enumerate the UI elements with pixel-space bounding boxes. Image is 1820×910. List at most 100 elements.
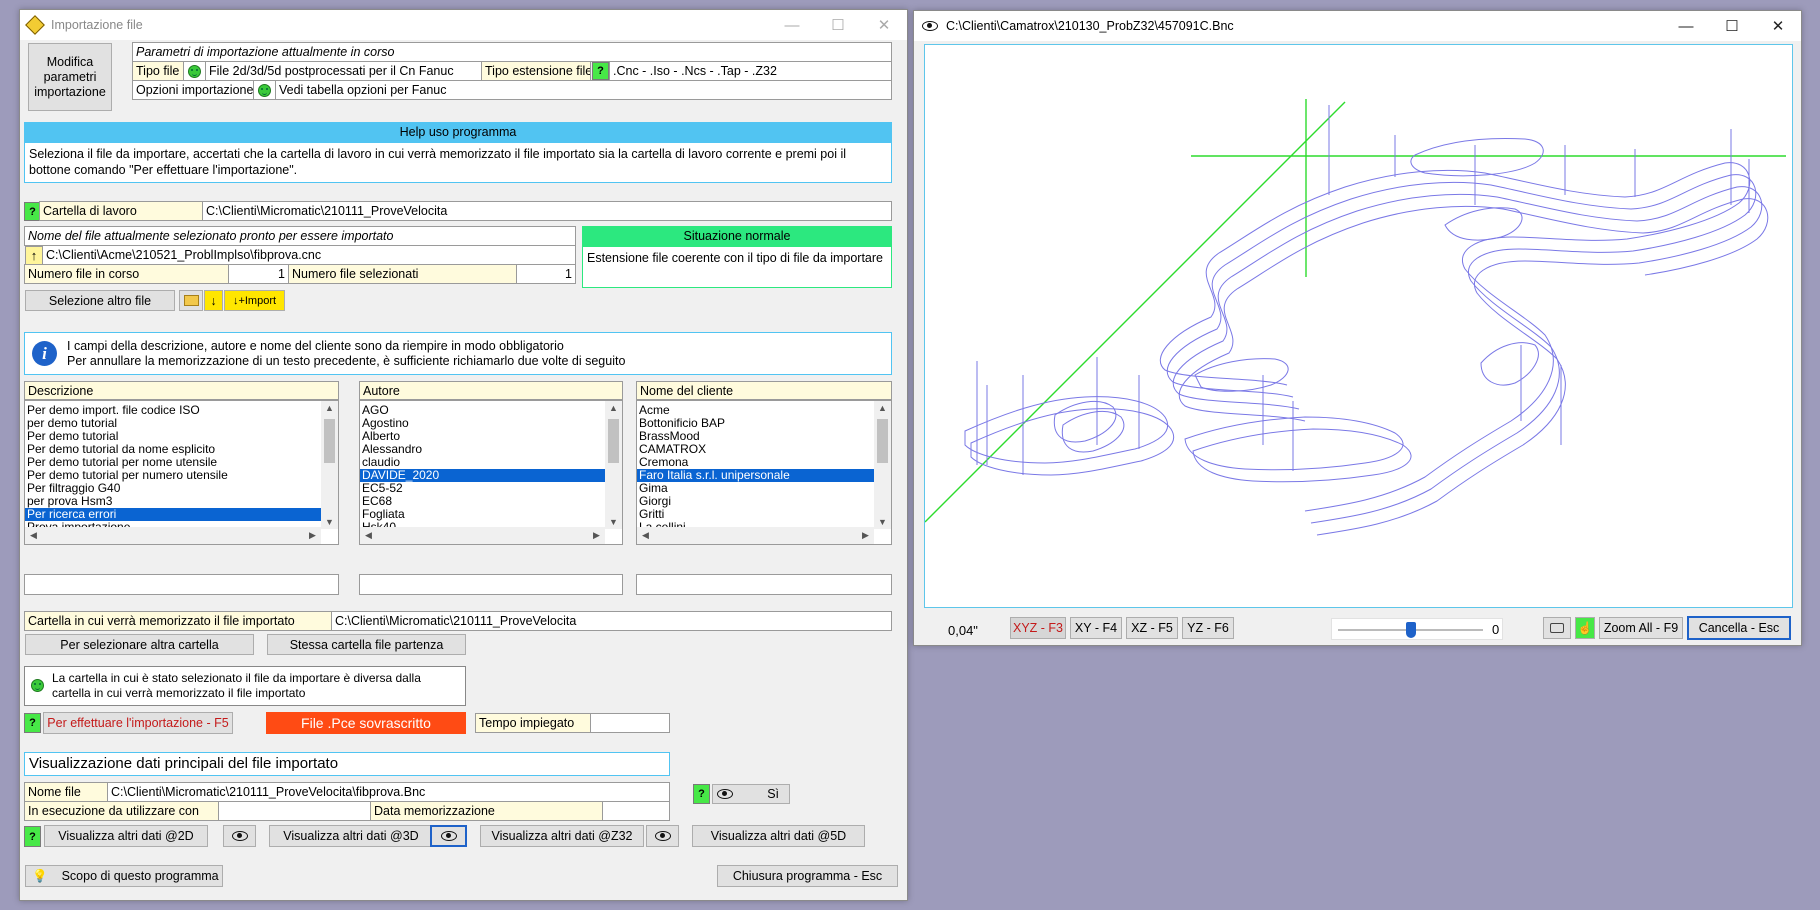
autore-input[interactable] xyxy=(359,574,623,595)
smiley-icon xyxy=(188,64,201,78)
view-xyz-button[interactable]: XYZ - F3 xyxy=(1010,617,1066,639)
scroll-down-icon[interactable]: ▼ xyxy=(605,517,622,527)
opzioni-value[interactable]: Vedi tabella opzioni per Fanuc xyxy=(275,80,892,100)
scroll-down-icon[interactable]: ▼ xyxy=(321,517,338,527)
effettuare-help-icon[interactable]: ? xyxy=(24,713,41,733)
minimize-icon[interactable]: — xyxy=(769,10,815,40)
vertical-scrollbar[interactable]: ▲ ▼ xyxy=(321,401,338,529)
scroll-up-icon[interactable]: ▲ xyxy=(605,403,622,413)
select-other-folder-button[interactable]: Per selezionare altra cartella xyxy=(25,634,254,655)
autore-list[interactable]: AGO Agostino Alberto Alessandro claudio DAVID… xyxy=(359,400,623,545)
descrizione-input[interactable] xyxy=(24,574,339,595)
select-other-file-button[interactable]: Selezione altro file xyxy=(25,290,175,311)
list-item[interactable]: Faro Italia s.r.l. unipersonale xyxy=(637,469,874,482)
modify-params-button[interactable]: Modifica parametri importazione xyxy=(28,43,112,111)
horizontal-scrollbar[interactable]: ◀ ▶ xyxy=(637,527,874,544)
eye-icon xyxy=(231,831,248,841)
situazione-header: Situazione normale xyxy=(582,226,892,246)
import-window: Importazione file — ☐ ✕ Modifica parametri… xyxy=(19,9,908,901)
scopo-label: Scopo di questo programma xyxy=(61,869,219,883)
vertical-scrollbar[interactable]: ▲ ▼ xyxy=(605,401,622,529)
scroll-right-icon[interactable]: ▶ xyxy=(304,530,321,541)
visual-help-icon[interactable]: ? xyxy=(693,784,710,804)
scroll-thumb[interactable] xyxy=(877,419,888,463)
cartella-value: C:\Clienti\Micromatic\210111_ProveVeloci… xyxy=(202,201,892,221)
list-item[interactable]: EC5-52 xyxy=(360,482,605,495)
printer-icon xyxy=(1550,623,1564,633)
cliente-input[interactable] xyxy=(636,574,892,595)
info-icon: i xyxy=(32,341,57,366)
in-esec-value xyxy=(218,801,371,821)
si-label: Sì xyxy=(767,787,779,801)
down-arrow-icon: ↓ xyxy=(210,293,217,308)
view-xz-button[interactable]: XZ - F5 xyxy=(1126,617,1178,639)
viewer-window: C:\Clienti\Camatrox\210130_ProbZ32\45709… xyxy=(913,10,1802,646)
situazione-text: Estensione file coerente con il tipo di … xyxy=(582,246,892,288)
scroll-thumb[interactable] xyxy=(608,419,619,463)
num-sel-label: Numero file selezionati xyxy=(288,264,517,284)
up-arrow-icon[interactable]: ↑ xyxy=(25,246,43,265)
params-header: Parametri di importazione attualmente in… xyxy=(132,42,892,62)
drawing-canvas[interactable] xyxy=(924,44,1793,608)
slider-thumb[interactable] xyxy=(1405,622,1416,638)
opzioni-icon-cell xyxy=(253,80,276,100)
tipo-file-label: Tipo file xyxy=(132,61,184,81)
view-z32-eye-button[interactable] xyxy=(646,825,679,847)
close-icon[interactable]: ✕ xyxy=(861,10,907,40)
print-button[interactable] xyxy=(1543,617,1571,639)
vis-3d-button[interactable]: Visualizza altri dati @3D xyxy=(269,825,433,847)
maximize-icon[interactable]: ☐ xyxy=(1709,11,1755,41)
scroll-up-icon[interactable]: ▲ xyxy=(874,403,891,413)
vertical-scrollbar[interactable]: ▲ ▼ xyxy=(874,401,891,529)
show-viewer-button[interactable]: Sì xyxy=(712,784,790,804)
tipo-ext-help-icon[interactable]: ? xyxy=(592,62,609,80)
vis-z32-button[interactable]: Visualizza altri dati @Z32 xyxy=(480,825,644,847)
list-item[interactable]: Giorgi xyxy=(637,495,874,508)
view-3d-eye-button[interactable] xyxy=(430,825,467,847)
same-folder-button[interactable]: Stessa cartella file partenza xyxy=(267,634,466,655)
scopo-button[interactable]: 💡 Scopo di questo programma xyxy=(25,865,223,887)
chiusura-button[interactable]: Chiusura programma - Esc xyxy=(717,865,898,887)
close-icon[interactable]: ✕ xyxy=(1755,11,1801,41)
vis2d-help-icon[interactable]: ? xyxy=(24,826,41,847)
vis-5d-button[interactable]: Visualizza altri dati @5D xyxy=(692,825,865,847)
cliente-list[interactable]: Acme Bottonificio BAP BrassMood CAMATROX Cre… xyxy=(636,400,892,545)
list-item[interactable]: Fogliata xyxy=(360,508,605,521)
list-item[interactable]: Gima xyxy=(637,482,874,495)
view-yz-button[interactable]: YZ - F6 xyxy=(1182,617,1234,639)
eye-icon xyxy=(440,831,457,841)
scroll-up-icon[interactable]: ▲ xyxy=(321,403,338,413)
import-button[interactable]: ↓+Import xyxy=(224,290,285,311)
scroll-left-icon[interactable]: ◀ xyxy=(25,530,42,541)
maximize-icon[interactable]: ☐ xyxy=(815,10,861,40)
pce-status-badge: File .Pce sovrascritto xyxy=(266,712,466,734)
zoom-all-button[interactable]: Zoom All - F9 xyxy=(1599,617,1683,639)
in-esec-label: In esecuzione da utilizzare con xyxy=(24,801,219,821)
scroll-right-icon[interactable]: ▶ xyxy=(857,530,874,541)
zoom-slider[interactable]: 0 xyxy=(1331,618,1503,640)
scroll-down-icon[interactable]: ▼ xyxy=(874,517,891,527)
app-icon xyxy=(25,15,45,35)
view-2d-eye-button[interactable] xyxy=(223,825,256,847)
scroll-right-icon[interactable]: ▶ xyxy=(588,530,605,541)
effettuare-import-button[interactable]: Per effettuare l'importazione - F5 xyxy=(43,712,233,734)
tempo-label: Tempo impiegato xyxy=(475,713,591,733)
horizontal-scrollbar[interactable]: ◀ ▶ xyxy=(360,527,605,544)
eye-icon xyxy=(922,21,938,31)
scroll-left-icon[interactable]: ◀ xyxy=(360,530,377,541)
open-folder-button[interactable] xyxy=(179,290,203,311)
opzioni-label: Opzioni importazione xyxy=(132,80,254,100)
vis-2d-button[interactable]: Visualizza altri dati @2D xyxy=(44,825,208,847)
descrizione-list[interactable]: Per demo import. file codice ISO per demo… xyxy=(24,400,339,545)
horizontal-scrollbar[interactable]: ◀ ▶ xyxy=(25,527,321,544)
scroll-left-icon[interactable]: ◀ xyxy=(637,530,654,541)
pan-button[interactable]: ☝ xyxy=(1575,617,1595,639)
down-arrow-button[interactable]: ↓ xyxy=(204,290,223,311)
cancel-button[interactable]: Cancella - Esc xyxy=(1687,616,1791,640)
tipo-ext-value: .Cnc - .Iso - .Ncs - .Tap - .Z32 xyxy=(609,61,892,81)
eye-icon xyxy=(717,789,733,799)
help-text: Seleziona il file da importare, accertat… xyxy=(24,142,892,183)
scroll-thumb[interactable] xyxy=(324,419,335,463)
minimize-icon[interactable]: — xyxy=(1663,11,1709,41)
view-xy-button[interactable]: XY - F4 xyxy=(1070,617,1122,639)
